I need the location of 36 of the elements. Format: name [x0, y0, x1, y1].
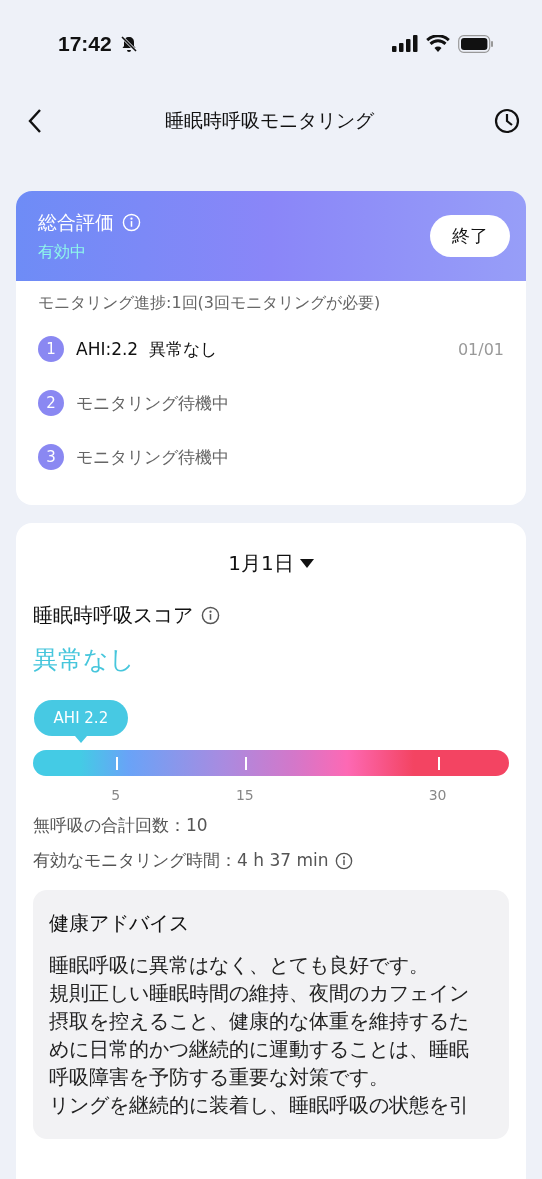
bell-off-icon — [119, 34, 138, 53]
advice-title: 健康アドバイス — [49, 910, 190, 937]
clock-icon[interactable] — [494, 108, 520, 135]
status-text: 有効中 — [38, 241, 87, 263]
battery-icon — [458, 34, 494, 53]
wifi-icon — [426, 34, 450, 53]
end-button[interactable]: 終了 — [430, 215, 510, 258]
score-result: 異常なし — [33, 644, 136, 676]
signal-icon — [392, 35, 418, 53]
marker-pointer — [74, 736, 87, 743]
advice-text: リングを継続的に装着し、睡眠呼吸の状態を引 — [49, 1092, 470, 1119]
step-text: モニタリング待機中 — [76, 391, 230, 415]
back-button[interactable] — [26, 108, 44, 135]
status-time: 17:42 — [58, 31, 112, 56]
score-title: 睡眠時呼吸スコア — [33, 602, 193, 629]
info-icon[interactable] — [334, 851, 353, 870]
progress-text: モニタリング進捗:1回(3回モニタリングが必要) — [38, 293, 382, 315]
monitoring-time: 有効なモニタリング時間：4 h 37 min — [33, 849, 329, 872]
info-icon[interactable] — [201, 606, 220, 625]
step-number: 2 — [38, 390, 64, 417]
caret-icon — [299, 559, 314, 568]
tick-label: 15 — [235, 787, 254, 803]
step-text: モニタリング待機中 — [76, 445, 230, 469]
ahi-marker: AHI 2.2 — [33, 700, 129, 736]
advice-text: 睡眠呼吸に異常はなく、とても良好です。 — [49, 952, 430, 979]
advice-text: 規則正しい睡眠時間の維持、夜間のカフェイン摂取を控えること、健康的な体重を維持するために日常的かつ継続的に運動することは、睡眠呼吸障害を予防する重要な対策です。 — [49, 980, 470, 1091]
step-number: 1 — [38, 336, 64, 363]
step-number: 3 — [38, 444, 64, 471]
step-date: 01/01 — [457, 339, 504, 359]
tick-label: 30 — [428, 787, 447, 803]
tick-label: 5 — [111, 787, 121, 803]
apnea-count: 無呼吸の合計回数：10 — [33, 814, 208, 837]
date-selector[interactable]: 1月1日 — [222, 549, 320, 578]
evaluation-title: 総合評価 — [38, 209, 114, 235]
page-title: 睡眠時呼吸モニタリング — [164, 108, 374, 134]
step-text: AHI:2.2 異常なし — [76, 337, 218, 361]
